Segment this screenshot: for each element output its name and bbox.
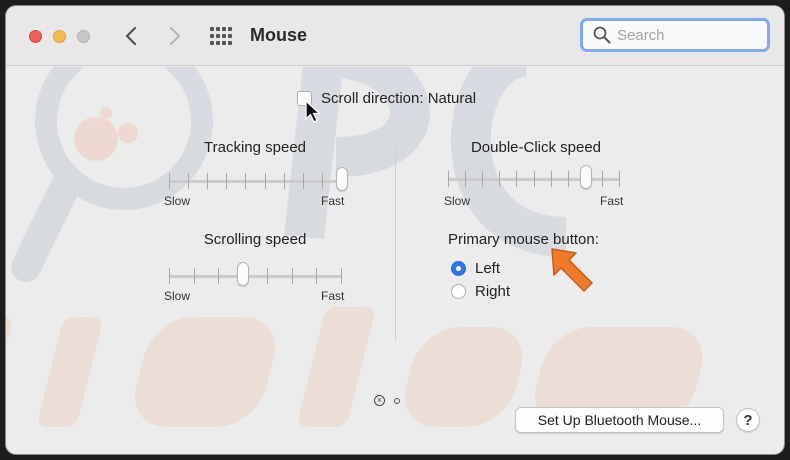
search-icon [593,26,611,44]
slider-tick [341,268,342,284]
page-dot[interactable] [394,397,400,404]
forward-button[interactable] [163,23,187,49]
minimize-button[interactable] [53,30,66,43]
slider-tick [245,173,246,189]
tracking-speed-slider[interactable] [169,167,348,194]
page-indicator[interactable]: × [374,395,400,406]
double-click-speed-max-label: Fast [600,194,624,208]
slider-tick [499,171,500,187]
slider-tick [516,171,517,187]
window-title: Mouse [250,25,308,45]
slider-tick [602,171,603,187]
grid-icon [210,27,232,45]
preferences-window: Mouse Search Scroll direction: Natural T… [6,6,784,454]
slider-tick [292,268,293,284]
primary-button-right-option[interactable]: Right [451,283,510,300]
slider-tick [551,171,552,187]
slider-tick [169,268,170,284]
slider-tick [226,173,227,189]
slider-tick [169,173,170,189]
tracking-speed-title: Tracking speed [204,139,306,156]
slider-tick [568,171,569,187]
double-click-speed-title: Double-Click speed [470,139,602,156]
slider-tick [207,173,208,189]
slider-tick [188,173,189,189]
current-page-dot-icon[interactable]: × [374,395,385,406]
slider-tick [316,268,317,284]
slider-tick [265,173,266,189]
chevron-left-icon [126,27,136,45]
scrolling-speed-max-label: Fast [321,289,345,303]
scroll-direction-label: Scroll direction: Natural [321,90,477,107]
scroll-direction-option[interactable]: Scroll direction: Natural [297,90,476,107]
slider-tick [284,173,285,189]
slider-tick [465,171,466,187]
slider-tick [267,268,268,284]
slider-thumb[interactable] [336,167,348,191]
toolbar: Mouse [6,6,784,66]
scrolling-speed-min-label: Slow [164,289,191,303]
search-field[interactable] [580,18,770,52]
back-button[interactable] [119,23,143,49]
mouse-settings-pane: Scroll direction: Natural Tracking speed… [6,67,784,454]
zoom-button[interactable] [77,30,90,43]
slider-thumb[interactable] [580,165,592,189]
left-radio[interactable] [451,261,466,276]
section-divider [395,145,396,341]
slider-tick [482,171,483,187]
double-click-speed-min-label: Slow [444,194,471,208]
set-up-bluetooth-mouse-button[interactable]: Set Up Bluetooth Mouse... [515,407,724,433]
right-radio[interactable] [451,284,466,299]
close-button[interactable] [29,30,42,43]
show-all-button[interactable] [209,25,233,47]
mouse-pointer-icon [305,100,321,123]
slider-tick [448,171,449,187]
scrolling-speed-slider[interactable] [169,262,342,289]
slider-tick [218,268,219,284]
double-click-speed-slider[interactable] [448,165,620,192]
scrolling-speed-title: Scrolling speed [203,231,307,248]
right-radio-label: Right [475,283,511,300]
slider-thumb[interactable] [237,262,249,286]
left-radio-label: Left [475,260,501,277]
slider-track [169,180,342,183]
help-button[interactable]: ? [736,408,760,432]
tracking-speed-min-label: Slow [164,194,191,208]
search-input[interactable] [617,26,757,44]
tracking-speed-max-label: Fast [321,194,345,208]
slider-tick [194,268,195,284]
slider-tick [534,171,535,187]
chevron-right-icon [170,27,180,45]
arrow-annotation-icon [551,248,593,292]
primary-button-left-option[interactable]: Left [451,260,500,277]
slider-tick [322,173,323,189]
slider-tick [303,173,304,189]
slider-tick [619,171,620,187]
